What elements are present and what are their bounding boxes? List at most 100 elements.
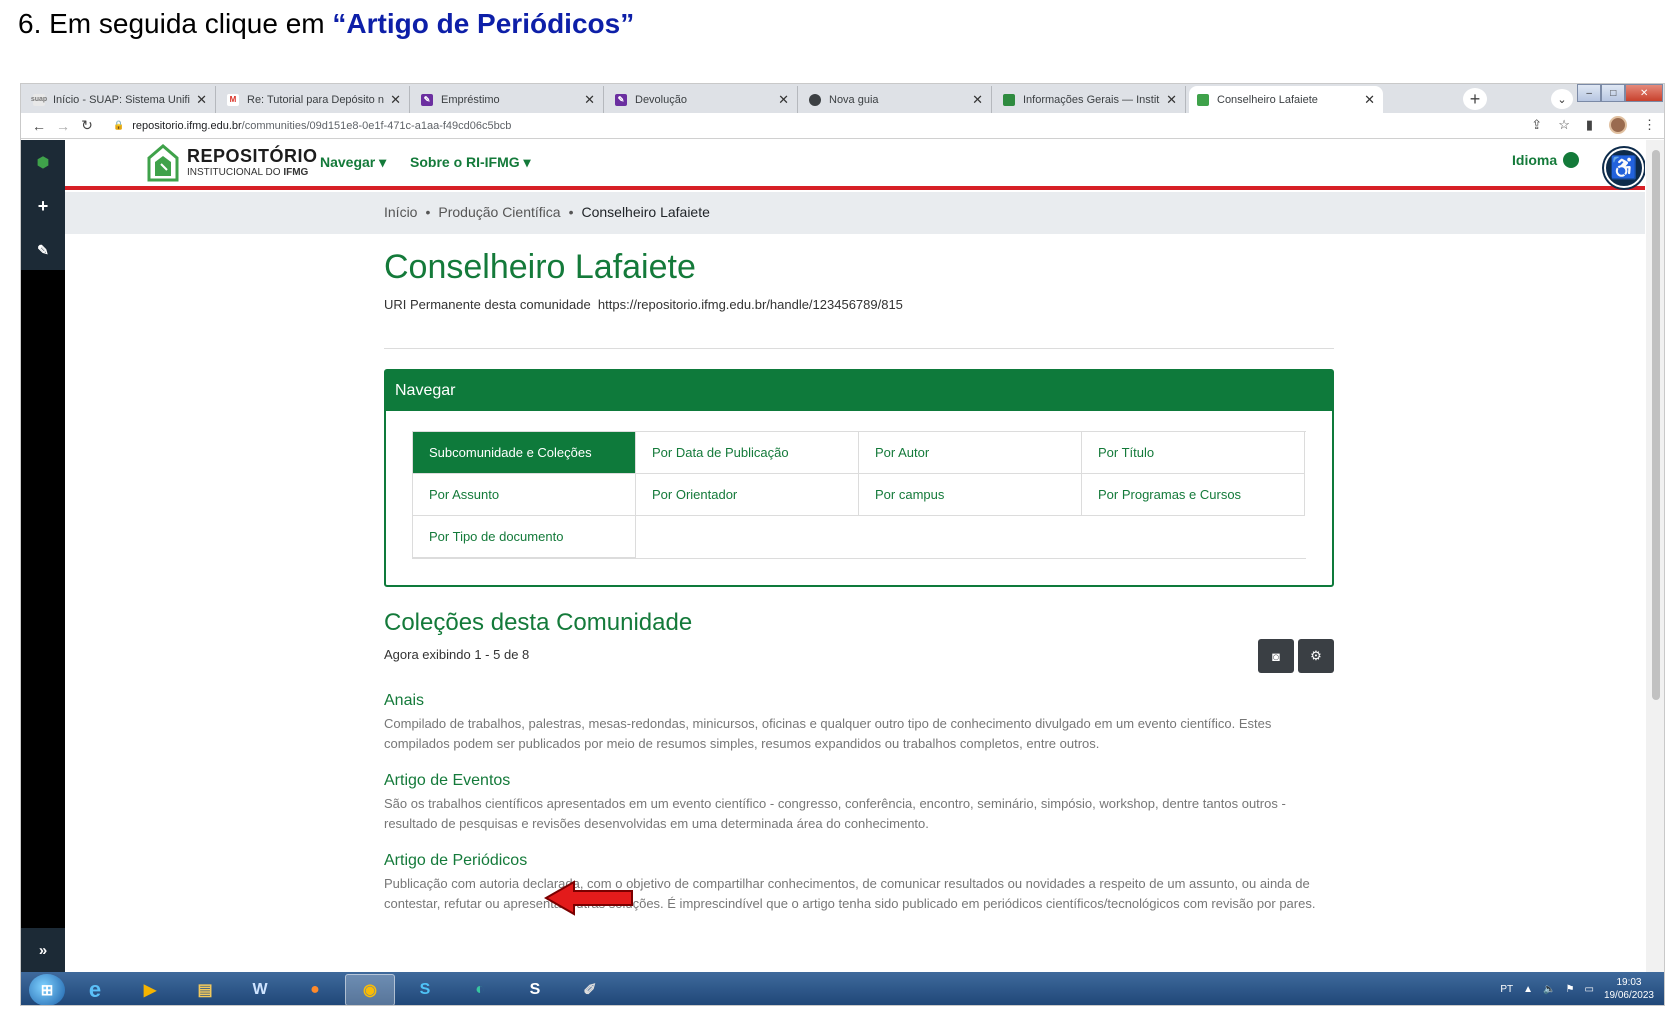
tab-close-icon[interactable]: ✕: [1364, 92, 1375, 108]
browse-by-subject-button[interactable]: Por Assunto: [413, 474, 636, 516]
accessibility-icon[interactable]: ♿: [1604, 148, 1644, 188]
forward-icon[interactable]: →: [51, 118, 75, 134]
maximize-icon[interactable]: □: [1601, 84, 1626, 102]
volume-icon[interactable]: 🔈: [1543, 984, 1555, 995]
breadcrumb-current: Conselheiro Lafaiete: [581, 204, 710, 220]
tab-informacoes[interactable]: Informações Gerais — Instituto F ✕: [995, 86, 1186, 113]
language-indicator[interactable]: PT: [1500, 984, 1513, 995]
chrome-icon[interactable]: ◉: [345, 973, 395, 1005]
browse-by-advisor-button[interactable]: Por Orientador: [636, 474, 859, 516]
tab-emprestimo[interactable]: ✎ Empréstimo ✕: [413, 86, 604, 113]
internet-explorer-icon[interactable]: e: [70, 974, 120, 1006]
windows-start-icon[interactable]: ⊞: [29, 973, 65, 1005]
library-favicon-icon: ✎: [615, 93, 627, 106]
tab-close-icon[interactable]: ✕: [778, 92, 789, 108]
menu-sobre[interactable]: Sobre o RI-IFMG ▾: [410, 154, 531, 171]
tab-title: Nova guia: [829, 93, 879, 106]
tab-close-icon[interactable]: ✕: [196, 92, 207, 108]
list-item: Artigo de Eventos São os trabalhos cient…: [384, 772, 1334, 834]
browse-by-title-button[interactable]: Por Título: [1082, 432, 1305, 474]
edge-icon[interactable]: ◐: [455, 974, 505, 1006]
tab-title: Conselheiro Lafaiete: [1217, 93, 1318, 106]
browse-by-doctype-button[interactable]: Por Tipo de documento: [413, 516, 636, 558]
scrollbar-thumb[interactable]: [1652, 150, 1660, 700]
tray-expand-icon[interactable]: ▲: [1523, 984, 1533, 995]
page-scrollbar[interactable]: [1646, 140, 1664, 972]
site-header: REPOSITÓRIO INSTITUCIONAL DO IFMG Navega…: [65, 140, 1645, 190]
paint-icon[interactable]: ✐: [565, 974, 615, 1006]
collection-description: Publicação com autoria declarada, com o …: [384, 876, 1316, 911]
breadcrumb-home[interactable]: Início: [384, 204, 417, 220]
clock[interactable]: 19:03 19/06/2023: [1604, 976, 1654, 1002]
network-icon[interactable]: ▭: [1584, 984, 1593, 995]
browse-by-author-button[interactable]: Por Autor: [859, 432, 1082, 474]
collection-description: Compilado de trabalhos, palestras, mesas…: [384, 716, 1272, 751]
tab-close-icon[interactable]: ✕: [584, 92, 595, 108]
tab-nova-guia[interactable]: Nova guia ✕: [801, 86, 992, 113]
breadcrumb: Início • Produção Científica • Conselhei…: [384, 204, 710, 220]
repository-house-icon: [145, 142, 181, 182]
sidepanel-icon[interactable]: ▮: [1586, 117, 1593, 133]
word-icon[interactable]: W: [235, 974, 285, 1006]
edit-pencil-icon[interactable]: ✎: [21, 228, 65, 272]
system-tray: PT ▲ 🔈 ⚑ ▭ 19:03 19/06/2023: [1500, 976, 1654, 1002]
breadcrumb-bar: Início • Produção Científica • Conselhei…: [65, 192, 1645, 234]
collection-link-artigo-eventos[interactable]: Artigo de Eventos: [384, 772, 1334, 790]
collection-link-artigo-periodicos[interactable]: Artigo de Periódicos: [384, 852, 1334, 870]
window-controls: – □ ✕: [1577, 84, 1663, 103]
site-logo[interactable]: REPOSITÓRIO INSTITUCIONAL DO IFMG: [145, 142, 318, 182]
share-page-icon[interactable]: ⇪: [1531, 117, 1542, 133]
settings-gear-icon[interactable]: ⚙: [1298, 639, 1334, 673]
collections-section: Coleções desta Comunidade Agora exibindo…: [384, 609, 1334, 914]
breadcrumb-parent[interactable]: Produção Científica: [438, 204, 560, 220]
tab-close-icon[interactable]: ✕: [390, 92, 401, 108]
collections-heading: Coleções desta Comunidade: [384, 609, 693, 636]
tab-gmail[interactable]: M Re: Tutorial para Depósito no RI-I ✕: [219, 86, 410, 113]
language-label: Idioma: [1512, 152, 1558, 168]
browse-by-date-button[interactable]: Por Data de Publicação: [636, 432, 859, 474]
url-host: repositorio.ifmg.edu.br: [132, 119, 242, 132]
instruction-highlight: “Artigo de Periódicos”: [332, 8, 635, 39]
media-player-icon[interactable]: ▶: [125, 974, 175, 1006]
repository-logo-icon[interactable]: ⬢: [21, 140, 65, 184]
browse-by-campus-button[interactable]: Por campus: [859, 474, 1082, 516]
tab-close-icon[interactable]: ✕: [1166, 92, 1177, 108]
menu-navegar[interactable]: Navegar ▾: [320, 154, 386, 171]
expand-sidebar-icon[interactable]: »: [21, 928, 65, 972]
collection-link-anais[interactable]: Anais: [384, 692, 1334, 710]
red-pointer-arrow-icon: [544, 880, 633, 916]
close-window-icon[interactable]: ✕: [1625, 84, 1663, 102]
back-icon[interactable]: ←: [27, 118, 51, 134]
logo-subtitle-bold: IFMG: [283, 167, 309, 178]
address-bar: ← → ↻ 🔒 repositorio.ifmg.edu.br/communit…: [21, 113, 1664, 139]
tab-close-icon[interactable]: ✕: [972, 92, 983, 108]
uri-value[interactable]: https://repositorio.ifmg.edu.br/handle/1…: [598, 297, 903, 312]
browse-by-program-button[interactable]: Por Programas e Cursos: [1082, 474, 1305, 516]
skype-business-icon[interactable]: S: [510, 974, 560, 1006]
tab-search-icon[interactable]: ⌄: [1551, 89, 1573, 109]
menu-kebab-icon[interactable]: ⋮: [1643, 117, 1656, 133]
add-icon[interactable]: +: [21, 184, 65, 228]
admin-sidebar: ⬢ + ✎ »: [21, 140, 65, 972]
file-explorer-icon[interactable]: ▤: [180, 974, 230, 1006]
tab-devolucao[interactable]: ✎ Devolução ✕: [607, 86, 798, 113]
new-tab-icon[interactable]: +: [1463, 88, 1487, 110]
minimize-icon[interactable]: –: [1577, 84, 1602, 102]
tab-title: Empréstimo: [441, 93, 500, 106]
browse-subcommunities-button[interactable]: Subcomunidade e Coleções: [413, 432, 636, 474]
bookmark-star-icon[interactable]: ☆: [1558, 117, 1570, 133]
os-taskbar: ⊞ e ▶ ▤ W ● ◉ S ◐ S ✐ PT ▲ 🔈 ⚑ ▭ 19:03 1…: [21, 972, 1664, 1006]
collection-description: São os trabalhos científicos apresentado…: [384, 796, 1286, 831]
tab-suap[interactable]: suap Início - SUAP: Sistema Unificado ✕: [25, 86, 216, 113]
divider: [384, 348, 1334, 349]
firefox-icon[interactable]: ●: [290, 974, 340, 1006]
url-field[interactable]: 🔒 repositorio.ifmg.edu.br/communities/09…: [113, 120, 511, 132]
profile-avatar[interactable]: [1609, 116, 1627, 134]
rss-feed-icon[interactable]: ◙: [1258, 639, 1294, 673]
skype-icon[interactable]: S: [400, 974, 450, 1006]
flag-icon[interactable]: ⚑: [1566, 984, 1575, 995]
reload-icon[interactable]: ↻: [75, 117, 99, 134]
language-selector[interactable]: Idioma: [1512, 152, 1580, 168]
ifmg-favicon-icon: [1003, 93, 1015, 106]
tab-conselheiro[interactable]: Conselheiro Lafaiete ✕: [1189, 86, 1383, 113]
